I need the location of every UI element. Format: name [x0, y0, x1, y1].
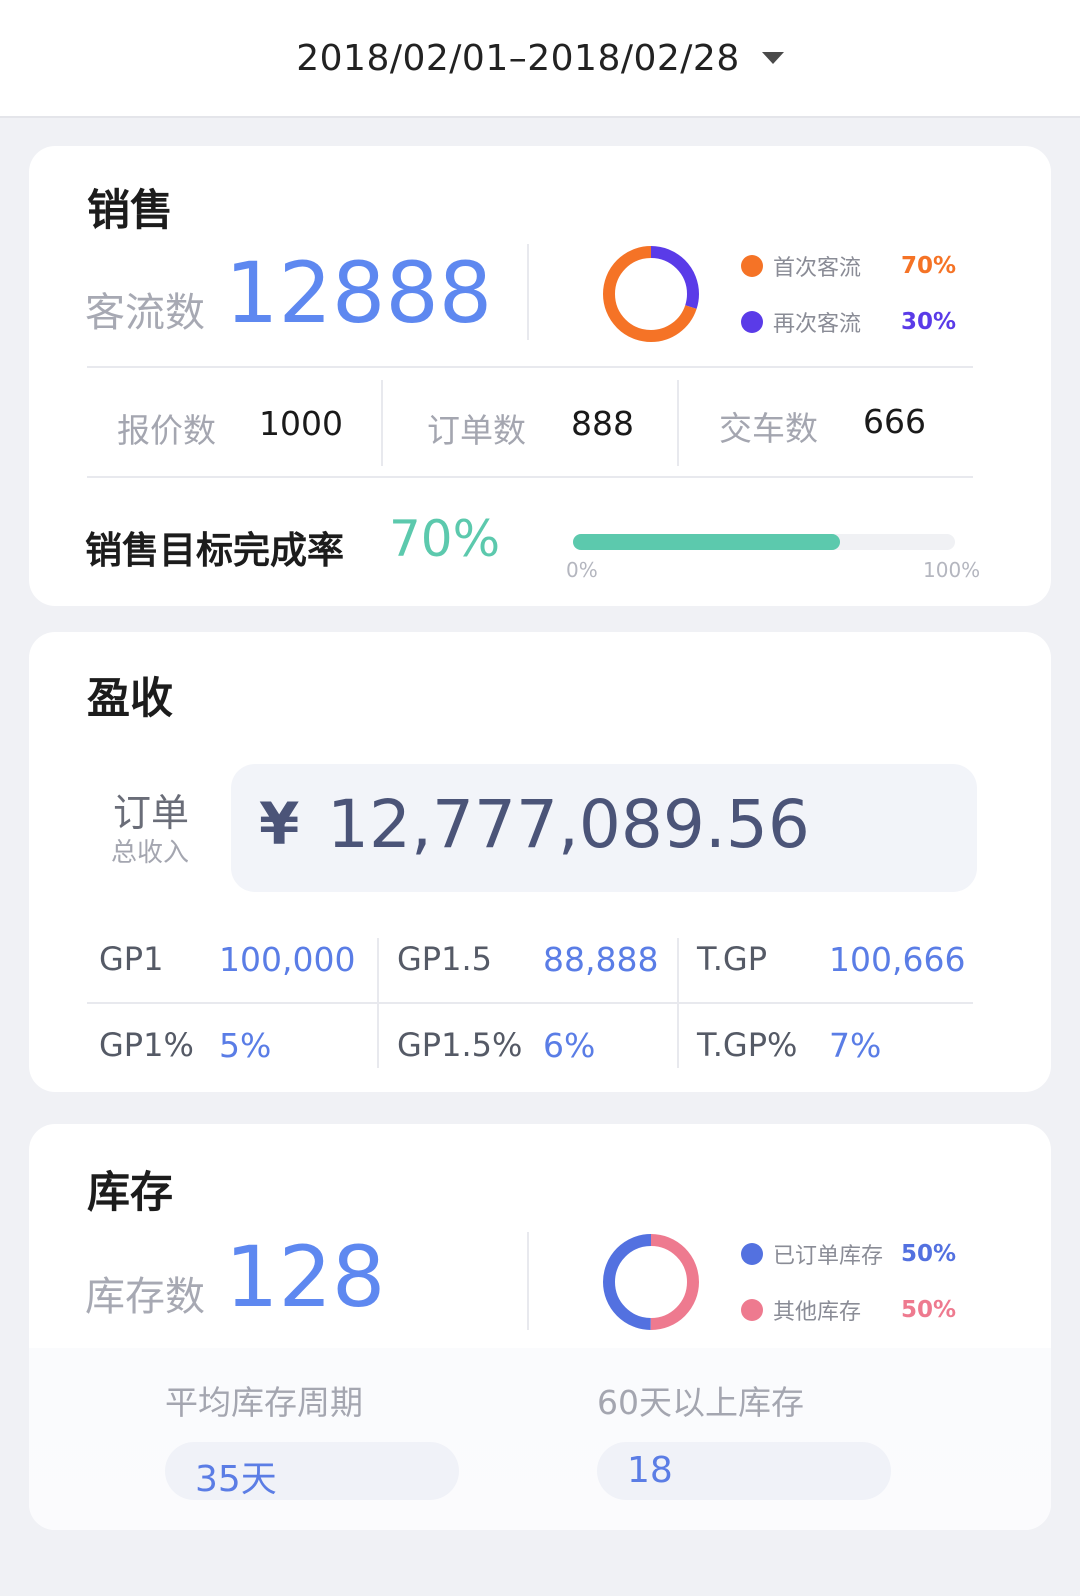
gp1-pct-label: GP1%	[99, 1026, 194, 1064]
gp15-pct-label: GP1.5%	[397, 1026, 523, 1064]
chevron-down-icon[interactable]	[761, 52, 784, 64]
target-rate-value: 70%	[389, 510, 501, 568]
gp1-pct-value: 5%	[219, 1026, 272, 1065]
order-sublabel: 总收入	[111, 838, 190, 868]
quote-count-value: 1000	[259, 404, 343, 443]
gp15-pct-value: 6%	[543, 1026, 596, 1065]
avg-cycle-pill: 35天	[165, 1442, 459, 1500]
over60-value: 18	[627, 1450, 673, 1491]
target-rate-label: 销售目标完成率	[85, 529, 344, 572]
divider	[527, 1232, 529, 1330]
inventory-footer: 平均库存周期 35天 60天以上库存 18	[29, 1348, 1051, 1530]
legend-other-stock: 其他库存 50%	[741, 1294, 981, 1326]
order-count-label: 订单数	[427, 411, 526, 450]
legend-dot-icon	[741, 1243, 763, 1265]
gp1-value: 100,000	[219, 940, 356, 979]
tgp-pct-value: 7%	[829, 1026, 882, 1065]
target-progress-track	[573, 534, 955, 550]
revenue-card: 盈收 订单 总收入 ¥ 12,777,089.56 GP1 100,000 GP…	[29, 632, 1051, 1092]
inventory-count-label: 库存数	[85, 1274, 205, 1320]
divider	[527, 244, 529, 340]
sales-card: 销售 客流数 12888 首次客流 70% 再次客流 30% 报价数 1000 …	[29, 146, 1051, 606]
order-label: 订单	[113, 791, 190, 835]
inventory-card: 库存 库存数 128 已订单库存 50% 其他库存 50% 平均库存周期 35天…	[29, 1124, 1051, 1530]
divider	[377, 938, 379, 1068]
tgp-label: T.GP	[697, 940, 768, 978]
over60-label: 60天以上库存	[597, 1383, 804, 1422]
divider	[87, 366, 973, 368]
legend-dot-icon	[741, 1299, 763, 1321]
divider	[677, 380, 679, 466]
legend-pct: 50%	[901, 1241, 957, 1267]
progress-max-label: 100%	[923, 558, 981, 582]
avg-cycle-label: 平均库存周期	[165, 1383, 363, 1422]
legend-label: 其他库存	[773, 1300, 862, 1325]
date-range-header: 2018/02/01–2018/02/28	[0, 0, 1080, 118]
divider	[87, 1002, 973, 1004]
revenue-title: 盈收	[87, 674, 173, 724]
delivery-count-value: 666	[863, 402, 926, 441]
legend-ordered-stock: 已订单库存 50%	[741, 1238, 981, 1270]
quote-count-label: 报价数	[117, 411, 216, 450]
inventory-title: 库存	[87, 1168, 173, 1218]
visitors-value: 12888	[225, 244, 493, 342]
revenue-amount: 12,777,089.56	[327, 786, 810, 863]
order-count-value: 888	[571, 404, 634, 443]
sales-title: 销售	[87, 186, 173, 236]
inventory-count-value: 128	[225, 1228, 386, 1326]
divider	[381, 380, 383, 466]
legend-return-visit: 再次客流 30%	[741, 306, 981, 338]
over60-pill: 18	[597, 1442, 891, 1500]
legend-pct: 50%	[901, 1297, 957, 1323]
legend-first-visit: 首次客流 70%	[741, 250, 981, 282]
legend-pct: 70%	[901, 253, 957, 279]
legend-label: 首次客流	[773, 256, 862, 281]
gp15-value: 88,888	[543, 940, 659, 979]
progress-min-label: 0%	[566, 558, 598, 582]
gp1-label: GP1	[99, 940, 164, 978]
avg-cycle-value: 35天	[195, 1459, 277, 1500]
visitors-donut-chart	[603, 246, 699, 342]
date-range-selector[interactable]: 2018/02/01–2018/02/28	[296, 38, 739, 79]
gp15-label: GP1.5	[397, 940, 492, 978]
tgp-value: 100,666	[829, 940, 966, 979]
target-progress-fill	[573, 534, 841, 550]
delivery-count-label: 交车数	[719, 409, 818, 448]
tgp-pct-label: T.GP%	[697, 1026, 798, 1064]
divider	[87, 476, 973, 478]
inventory-donut-chart	[603, 1234, 699, 1330]
revenue-amount-box: ¥ 12,777,089.56	[231, 764, 977, 892]
legend-dot-icon	[741, 255, 763, 277]
legend-pct: 30%	[901, 309, 957, 335]
divider	[677, 938, 679, 1068]
legend-label: 已订单库存	[773, 1244, 884, 1269]
legend-label: 再次客流	[773, 312, 862, 337]
visitors-label: 客流数	[85, 290, 205, 336]
legend-dot-icon	[741, 311, 763, 333]
currency-symbol: ¥	[259, 790, 300, 858]
